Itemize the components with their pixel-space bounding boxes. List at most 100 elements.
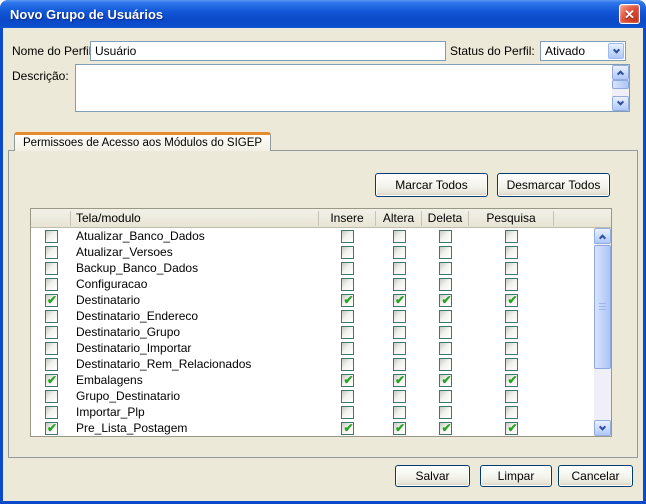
row-select-checkbox[interactable] bbox=[44, 341, 58, 355]
deleta-checkbox[interactable] bbox=[439, 341, 452, 355]
pesquisa-checkbox[interactable] bbox=[505, 277, 518, 291]
profile-name-label: Nome do Perfil: bbox=[12, 44, 95, 58]
insere-checkbox[interactable] bbox=[341, 261, 354, 275]
pesquisa-checkbox[interactable] bbox=[505, 261, 518, 275]
row-select-checkbox[interactable] bbox=[44, 325, 58, 339]
pesquisa-checkbox[interactable] bbox=[505, 325, 518, 339]
insere-checkbox[interactable] bbox=[341, 357, 354, 371]
altera-checkbox[interactable] bbox=[392, 261, 406, 275]
insere-checkbox[interactable] bbox=[341, 293, 355, 307]
deleta-checkbox[interactable] bbox=[439, 277, 452, 291]
titlebar[interactable]: Novo Grupo de Usuários ✕ bbox=[0, 0, 646, 28]
description-textarea[interactable] bbox=[75, 64, 630, 112]
altera-checkbox[interactable] bbox=[392, 245, 406, 259]
deleta-checkbox[interactable] bbox=[439, 389, 452, 403]
deleta-checkbox[interactable] bbox=[439, 373, 453, 387]
pesquisa-checkbox[interactable] bbox=[505, 357, 518, 371]
close-button[interactable]: ✕ bbox=[619, 4, 640, 24]
row-select-checkbox[interactable] bbox=[44, 309, 58, 323]
row-select-checkbox[interactable] bbox=[44, 373, 59, 387]
deleta-checkbox[interactable] bbox=[439, 229, 452, 243]
mark-all-button[interactable]: Marcar Todos bbox=[375, 173, 488, 197]
profile-status-label: Status do Perfil: bbox=[450, 44, 535, 58]
insere-checkbox[interactable] bbox=[341, 389, 354, 403]
altera-checkbox[interactable] bbox=[392, 373, 407, 387]
insere-checkbox[interactable] bbox=[341, 405, 354, 419]
permissions-table: Tela/modulo Insere Altera Deleta Pesquis… bbox=[30, 208, 612, 437]
scrollbar-thumb[interactable] bbox=[612, 80, 629, 89]
row-select-checkbox[interactable] bbox=[44, 293, 59, 307]
insere-checkbox[interactable] bbox=[341, 277, 354, 291]
pesquisa-checkbox[interactable] bbox=[505, 341, 518, 355]
profile-name-input[interactable] bbox=[90, 41, 446, 61]
table-row: Configuracao bbox=[31, 276, 611, 292]
scroll-down-button[interactable] bbox=[594, 420, 611, 436]
pesquisa-checkbox[interactable] bbox=[505, 373, 519, 387]
pesquisa-checkbox[interactable] bbox=[505, 229, 518, 243]
pesquisa-checkbox[interactable] bbox=[505, 309, 518, 323]
altera-checkbox[interactable] bbox=[392, 341, 406, 355]
pesquisa-checkbox[interactable] bbox=[505, 293, 519, 307]
pesquisa-checkbox[interactable] bbox=[505, 245, 518, 259]
header-pesquisa: Pesquisa bbox=[469, 210, 554, 226]
pesquisa-checkbox[interactable] bbox=[505, 405, 518, 419]
insere-checkbox[interactable] bbox=[341, 245, 354, 259]
altera-checkbox[interactable] bbox=[392, 421, 407, 435]
row-select-checkbox[interactable] bbox=[44, 229, 58, 243]
deleta-checkbox[interactable] bbox=[439, 405, 452, 419]
altera-checkbox[interactable] bbox=[392, 389, 406, 403]
row-select-checkbox[interactable] bbox=[44, 421, 59, 435]
scroll-down-button[interactable] bbox=[612, 96, 629, 111]
cancel-button[interactable]: Cancelar bbox=[558, 465, 633, 487]
altera-checkbox[interactable] bbox=[392, 309, 406, 323]
table-row: Importar_Plp bbox=[31, 404, 611, 420]
table-scrollbar[interactable] bbox=[594, 228, 611, 436]
row-select-checkbox[interactable] bbox=[44, 357, 58, 371]
tab-permissions[interactable]: Permissoes de Acesso aos Módulos do SIGE… bbox=[14, 132, 272, 151]
deleta-checkbox[interactable] bbox=[439, 421, 453, 435]
scrollbar-thumb[interactable] bbox=[594, 245, 611, 369]
table-row: Embalagens bbox=[31, 372, 611, 388]
deleta-checkbox[interactable] bbox=[439, 357, 452, 371]
pesquisa-checkbox[interactable] bbox=[505, 421, 519, 435]
row-select-checkbox[interactable] bbox=[44, 245, 58, 259]
header-altera: Altera bbox=[376, 210, 422, 226]
footer: Salvar Limpar Cancelar bbox=[3, 458, 643, 501]
altera-checkbox[interactable] bbox=[392, 229, 406, 243]
clear-button[interactable]: Limpar bbox=[480, 465, 552, 487]
insere-checkbox[interactable] bbox=[341, 325, 354, 339]
save-button[interactable]: Salvar bbox=[395, 465, 470, 487]
deleta-checkbox[interactable] bbox=[439, 245, 452, 259]
deleta-checkbox[interactable] bbox=[439, 309, 452, 323]
module-name: Backup_Banco_Dados bbox=[76, 261, 199, 275]
insere-checkbox[interactable] bbox=[341, 341, 354, 355]
row-select-checkbox[interactable] bbox=[44, 277, 58, 291]
module-name: Destinatario_Rem_Relacionados bbox=[76, 357, 252, 371]
insere-checkbox[interactable] bbox=[341, 373, 355, 387]
altera-checkbox[interactable] bbox=[392, 277, 406, 291]
pesquisa-checkbox[interactable] bbox=[505, 389, 518, 403]
row-select-checkbox[interactable] bbox=[44, 261, 58, 275]
insere-checkbox[interactable] bbox=[341, 309, 354, 323]
row-select-checkbox[interactable] bbox=[44, 389, 58, 403]
dialog-window: Novo Grupo de Usuários ✕ Nome do Perfil:… bbox=[0, 0, 646, 504]
profile-status-select[interactable]: Ativado bbox=[540, 41, 626, 61]
table-row: Destinatario_Endereco bbox=[31, 308, 611, 324]
altera-checkbox[interactable] bbox=[392, 405, 406, 419]
deleta-checkbox[interactable] bbox=[439, 261, 452, 275]
deleta-checkbox[interactable] bbox=[439, 293, 453, 307]
insere-checkbox[interactable] bbox=[341, 229, 354, 243]
deleta-checkbox[interactable] bbox=[439, 325, 452, 339]
altera-checkbox[interactable] bbox=[392, 325, 406, 339]
chevron-down-icon bbox=[612, 46, 620, 54]
table-row: Destinatario_Rem_Relacionados bbox=[31, 356, 611, 372]
scroll-up-button[interactable] bbox=[612, 65, 629, 80]
unmark-all-button[interactable]: Desmarcar Todos bbox=[497, 173, 610, 197]
altera-checkbox[interactable] bbox=[392, 293, 407, 307]
insere-checkbox[interactable] bbox=[341, 421, 355, 435]
altera-checkbox[interactable] bbox=[392, 357, 406, 371]
scroll-up-button[interactable] bbox=[594, 228, 611, 244]
description-scrollbar[interactable] bbox=[612, 65, 629, 111]
combo-dropdown-button[interactable] bbox=[608, 43, 624, 59]
row-select-checkbox[interactable] bbox=[44, 405, 58, 419]
